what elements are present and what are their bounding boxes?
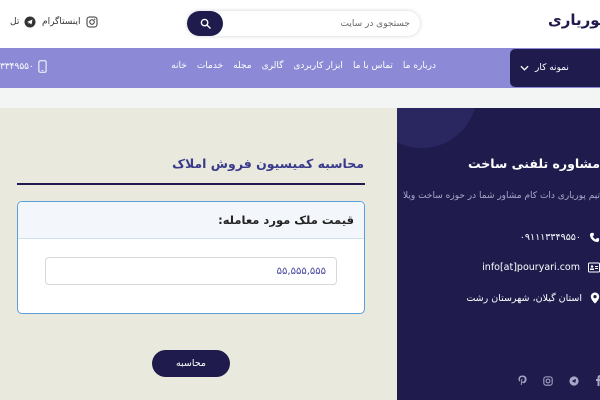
consultation-panel: مشاوره تلفنی ساخت تیم پوریاری دات کام مش… bbox=[397, 108, 600, 400]
instagram-icon bbox=[86, 16, 98, 28]
telegram-link[interactable]: تل bbox=[10, 16, 36, 28]
instagram-link-footer[interactable] bbox=[543, 375, 553, 386]
commission-calculator: محاسبه کمیسیون فروش املاک قیمت ملک مورد … bbox=[0, 108, 397, 400]
nav-item-magazine[interactable]: مجله bbox=[233, 61, 251, 71]
search-box bbox=[187, 11, 420, 36]
portfolio-dropdown-label: نمونه کار bbox=[535, 63, 569, 73]
telegram-label: تل bbox=[10, 17, 20, 27]
telegram-icon bbox=[24, 16, 36, 28]
instagram-link[interactable]: اینستاگرام bbox=[42, 16, 98, 28]
price-card-header: قیمت ملک مورد معامله: bbox=[18, 202, 364, 239]
price-input[interactable] bbox=[45, 257, 337, 285]
instagram-label: اینستاگرام bbox=[42, 17, 81, 27]
panel-description: تیم پوریاری دات کام مشاور شما در حوزه سا… bbox=[403, 191, 600, 201]
contact-email-text: info[at]pouryari.com bbox=[482, 262, 580, 273]
price-card: قیمت ملک مورد معامله: bbox=[17, 201, 365, 314]
facebook-link[interactable] bbox=[595, 375, 600, 386]
instagram-icon bbox=[543, 375, 553, 386]
nav-item-tools[interactable]: ابزار کاربردی bbox=[293, 61, 343, 71]
site-logo[interactable]: پوریاری bbox=[548, 11, 600, 29]
divider-strip bbox=[0, 88, 600, 108]
search-button[interactable] bbox=[187, 11, 223, 36]
contact-phone-text: ۰۹۱۱۱۳۳۴۹۵۵۰ bbox=[519, 232, 581, 243]
mobile-phone-icon bbox=[38, 60, 47, 73]
contact-address: استان گیلان، شهرستان رشت bbox=[466, 292, 600, 304]
portfolio-dropdown[interactable]: نمونه کار bbox=[510, 49, 600, 87]
panel-social-links bbox=[518, 375, 600, 386]
nav-phone-number: ۳۳۴۹۵۵۰ bbox=[0, 61, 34, 72]
nav-item-home[interactable]: خانه bbox=[171, 61, 187, 71]
calculate-button[interactable]: محاسبه bbox=[152, 350, 230, 377]
phone-icon bbox=[589, 232, 600, 243]
nav-phone[interactable]: ۳۳۴۹۵۵۰ bbox=[0, 60, 47, 73]
nav-item-gallery[interactable]: گالری bbox=[262, 61, 284, 71]
decorative-circle bbox=[397, 108, 477, 148]
search-input[interactable] bbox=[230, 11, 410, 36]
nav-item-services[interactable]: خدمات bbox=[197, 61, 223, 71]
search-icon bbox=[200, 18, 211, 29]
map-pin-icon bbox=[590, 292, 600, 304]
contact-address-text: استان گیلان، شهرستان رشت bbox=[466, 292, 582, 304]
nav-item-contact[interactable]: تماس با ما bbox=[353, 61, 393, 71]
nav-item-about[interactable]: درباره ما bbox=[403, 61, 436, 71]
facebook-icon bbox=[596, 375, 600, 386]
calculator-title: محاسبه کمیسیون فروش املاک bbox=[172, 156, 364, 171]
pinterest-icon bbox=[518, 375, 527, 385]
contact-email[interactable]: info[at]pouryari.com bbox=[482, 262, 600, 273]
top-header: پوریاری اینستاگرام تل bbox=[0, 0, 600, 48]
telegram-link-footer[interactable] bbox=[569, 375, 579, 386]
contact-phone[interactable]: ۰۹۱۱۱۳۳۴۹۵۵۰ bbox=[520, 232, 600, 243]
title-divider bbox=[17, 183, 365, 185]
pinterest-link[interactable] bbox=[518, 375, 527, 386]
price-field-label: قیمت ملک مورد معامله: bbox=[218, 213, 354, 227]
chevron-down-icon bbox=[520, 65, 529, 71]
nav-menu: خانه خدمات مجله گالری ابزار کاربردی تماس… bbox=[171, 61, 436, 71]
panel-title: مشاوره تلفنی ساخت bbox=[468, 156, 600, 171]
telegram-icon bbox=[569, 375, 579, 386]
id-card-icon bbox=[588, 262, 600, 273]
